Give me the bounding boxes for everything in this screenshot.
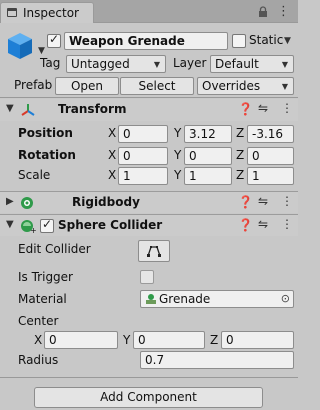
scale-y-field[interactable]: 1 [184,167,232,185]
is-trigger-label: Is Trigger [18,270,73,284]
sphere-collider-title: Sphere Collider [58,218,163,232]
sphere-collider-enabled-checkbox[interactable] [40,217,54,233]
chevron-down-icon: ▼ [281,82,288,91]
rotation-z-label[interactable]: Z [236,148,244,162]
edit-collider-button[interactable] [138,240,170,262]
position-z-field[interactable]: -3.16 [247,125,294,143]
presets-icon[interactable]: ⇋ [258,217,268,231]
center-z-field[interactable]: 0 [221,331,294,349]
transform-header[interactable]: ▼ Transform ❓ ⇋ ⋮ [0,99,298,121]
rotation-y-field[interactable]: 0 [184,147,232,165]
scale-z-label[interactable]: Z [236,168,244,182]
position-x-field[interactable]: 0 [118,125,168,143]
material-label: Material [18,292,67,306]
fold-open-icon[interactable]: ▼ [6,103,14,114]
transform-icon [21,104,35,116]
rotation-label[interactable]: Rotation [18,148,76,162]
chevron-down-icon: ▼ [281,60,288,69]
center-y-field[interactable]: 0 [133,331,205,349]
scale-y-label[interactable]: Y [174,168,181,182]
rotation-x-label[interactable]: X [108,148,116,162]
edit-collider-label: Edit Collider [18,242,91,256]
prefab-label: Prefab [14,78,53,92]
help-icon[interactable]: ❓ [238,218,253,232]
help-icon[interactable]: ❓ [238,102,253,116]
static-label: Static [249,33,284,47]
layer-label: Layer [173,56,207,70]
sphere-collider-header[interactable]: ▼ + Sphere Collider ❓ ⇋ ⋮ [0,214,298,236]
rotation-x-field[interactable]: 0 [118,147,168,165]
help-icon[interactable]: ❓ [238,195,253,209]
radius-field[interactable]: 0.7 [140,351,294,369]
tag-dropdown[interactable]: Untagged ▼ [66,55,166,73]
radius-label[interactable]: Radius [18,353,58,367]
rigidbody-icon [21,197,33,209]
layer-value: Default [215,57,259,71]
kebab-menu-icon[interactable]: ⋮ [281,217,293,231]
prefab-overrides-dropdown[interactable]: Overrides ▼ [197,77,294,95]
scale-x-field[interactable]: 1 [118,167,168,185]
inspector-tab-bar: Inspector ⋮ [0,0,298,23]
scale-x-label[interactable]: X [108,168,116,182]
transform-title: Transform [58,102,127,116]
physic-material-icon [146,294,156,304]
object-name-field[interactable]: Weapon Grenade [64,32,228,50]
is-trigger-checkbox[interactable] [140,270,154,284]
position-y-label[interactable]: Y [174,126,181,140]
prefab-select-button[interactable]: Select [120,77,194,95]
lock-icon[interactable] [257,6,269,18]
svg-text:+: + [30,226,36,234]
center-x-field[interactable]: 0 [44,331,118,349]
tab-menu-icon[interactable]: ⋮ [277,4,290,19]
material-field[interactable]: Grenade ⊙ [140,290,294,308]
tag-value: Untagged [71,57,130,71]
header-divider [0,97,298,98]
footer-divider [0,377,298,378]
inspector-tab[interactable]: Inspector [0,2,94,23]
add-component-button[interactable]: Add Component [34,387,263,408]
layer-dropdown[interactable]: Default ▼ [210,55,294,73]
sphere-collider-icon: + [21,220,36,234]
inspector-tab-label: Inspector [23,6,79,20]
center-x-label[interactable]: X [34,333,42,347]
position-x-label[interactable]: X [108,126,116,140]
center-z-label[interactable]: Z [210,333,218,347]
edit-collider-icon [147,246,161,257]
prefab-open-button[interactable]: Open [55,77,119,95]
rotation-y-label[interactable]: Y [174,148,181,162]
static-checkbox[interactable] [232,34,246,48]
presets-icon[interactable]: ⇋ [258,101,268,115]
rigidbody-header[interactable]: ▶ Rigidbody ❓ ⇋ ⋮ [0,191,298,213]
static-dropdown-arrow-icon[interactable]: ▼ [284,36,291,46]
rigidbody-title: Rigidbody [72,195,140,209]
chevron-down-icon: ▼ [153,60,160,69]
kebab-menu-icon[interactable]: ⋮ [281,101,293,115]
position-y-field[interactable]: 3.12 [184,125,232,143]
position-label[interactable]: Position [18,126,73,140]
icon-dropdown-arrow-icon[interactable]: ▼ [38,46,45,56]
object-picker-icon[interactable]: ⊙ [281,292,290,305]
position-z-label[interactable]: Z [236,126,244,140]
center-y-label[interactable]: Y [123,333,130,347]
material-value: Grenade [159,292,211,306]
center-label: Center [18,314,59,328]
kebab-menu-icon[interactable]: ⋮ [281,194,293,208]
fold-closed-icon[interactable]: ▶ [6,196,14,207]
fold-open-icon[interactable]: ▼ [6,219,14,230]
tag-label: Tag [40,56,61,70]
rotation-z-field[interactable]: 0 [247,147,294,165]
inspector-window-icon [7,8,17,17]
presets-icon[interactable]: ⇋ [258,194,268,208]
scale-z-field[interactable]: 1 [247,167,294,185]
active-checkbox[interactable] [47,32,61,48]
overrides-label: Overrides [202,79,261,93]
gameobject-cube-icon[interactable] [4,30,36,62]
scale-label[interactable]: Scale [18,168,50,182]
